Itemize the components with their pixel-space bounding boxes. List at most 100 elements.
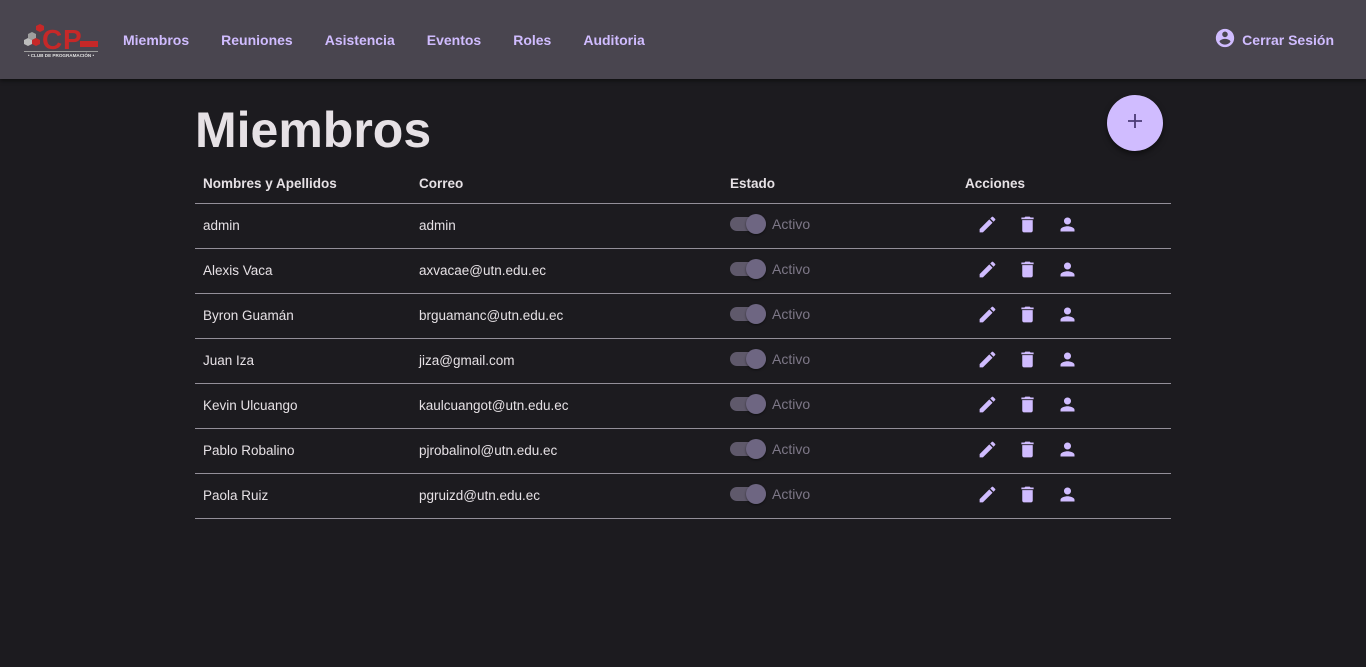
nav-item-eventos[interactable]: Eventos [411, 32, 497, 48]
header-actions: Acciones [957, 165, 1171, 204]
table-row: Pablo Robalino pjrobalinol@utn.edu.ec Acti… [195, 428, 1171, 474]
delete-member-button[interactable] [1007, 295, 1047, 335]
svg-text:P: P [63, 24, 82, 55]
edit-member-button[interactable] [967, 205, 1007, 245]
member-name: Pablo Robalino [195, 428, 411, 474]
nav-item-auditoria[interactable]: Auditoria [567, 32, 660, 48]
pencil-icon [979, 441, 995, 458]
edit-member-button[interactable] [967, 385, 1007, 425]
trash-icon [1020, 396, 1034, 413]
status-toggle-thumb [746, 483, 766, 504]
delete-member-button[interactable] [1007, 340, 1047, 380]
add-member-button[interactable] [1107, 95, 1163, 151]
status-toggle[interactable] [730, 303, 766, 324]
person-icon [1060, 397, 1074, 412]
member-email: brguamanc@utn.edu.ec [411, 293, 722, 339]
person-icon [1060, 262, 1074, 277]
assign-role-member-button[interactable] [1047, 430, 1087, 470]
member-name: Kevin Ulcuango [195, 383, 411, 429]
member-email: axvacae@utn.edu.ec [411, 248, 722, 294]
assign-role-member-button[interactable] [1047, 340, 1087, 380]
edit-member-button[interactable] [967, 430, 1007, 470]
header-status[interactable]: Estado [722, 165, 957, 204]
page-title: Miembros [195, 102, 432, 158]
delete-member-button[interactable] [1007, 385, 1047, 425]
person-icon [1060, 487, 1074, 502]
person-icon [1060, 307, 1074, 322]
club-logo[interactable]: C P • CLUB DE PROGRAMACIÓN • [22, 20, 100, 60]
edit-member-button[interactable] [967, 250, 1007, 290]
status-toggle-thumb [746, 303, 766, 324]
edit-member-button[interactable] [967, 295, 1007, 335]
status-label: Activo [772, 260, 811, 277]
edit-member-button[interactable] [967, 475, 1007, 515]
delete-member-button[interactable] [1007, 475, 1047, 515]
status-label: Activo [772, 395, 811, 412]
pencil-icon [979, 216, 995, 233]
trash-icon [1020, 306, 1034, 323]
status-label: Activo [772, 305, 811, 322]
member-email: pjrobalinol@utn.edu.ec [411, 428, 722, 474]
svg-text:• CLUB DE PROGRAMACIÓN •: • CLUB DE PROGRAMACIÓN • [28, 51, 95, 58]
pencil-icon [979, 306, 995, 323]
member-actions-cell [957, 293, 1171, 339]
account-circle-icon [1214, 27, 1236, 52]
table-row: admin admin Activo [195, 203, 1171, 249]
member-actions-cell [957, 428, 1171, 474]
pencil-icon [979, 351, 995, 368]
assign-role-member-button[interactable] [1047, 295, 1087, 335]
person-icon [1060, 442, 1074, 457]
member-actions-cell [957, 248, 1171, 294]
logout-button[interactable]: Cerrar Sesión [1214, 0, 1334, 79]
delete-member-button[interactable] [1007, 205, 1047, 245]
nav-item-reuniones[interactable]: Reuniones [205, 32, 309, 48]
delete-member-button[interactable] [1007, 430, 1047, 470]
nav-item-asistencia[interactable]: Asistencia [309, 32, 411, 48]
main-nav: Miembros Reuniones Asistencia Eventos Ro… [107, 0, 661, 79]
status-toggle[interactable] [730, 258, 766, 279]
status-label: Activo [772, 440, 811, 457]
member-status-cell: Activo [722, 338, 957, 384]
status-toggle[interactable] [730, 438, 766, 459]
status-label: Activo [772, 485, 811, 502]
status-toggle[interactable] [730, 393, 766, 414]
status-toggle-thumb [746, 393, 766, 414]
header-email[interactable]: Correo [411, 165, 722, 204]
member-name: Paola Ruiz [195, 473, 411, 519]
status-toggle[interactable] [730, 483, 766, 504]
status-toggle[interactable] [730, 213, 766, 234]
delete-member-button[interactable] [1007, 250, 1047, 290]
member-status-cell: Activo [722, 473, 957, 519]
plus-icon [1126, 112, 1144, 135]
assign-role-member-button[interactable] [1047, 385, 1087, 425]
member-email: admin [411, 203, 722, 249]
member-status-cell: Activo [722, 428, 957, 474]
assign-role-member-button[interactable] [1047, 250, 1087, 290]
member-email: kaulcuangot@utn.edu.ec [411, 383, 722, 429]
trash-icon [1020, 441, 1034, 458]
member-status-cell: Activo [722, 203, 957, 249]
status-toggle[interactable] [730, 348, 766, 369]
svg-text:C: C [42, 24, 62, 55]
nav-item-roles[interactable]: Roles [497, 32, 567, 48]
member-name: Byron Guamán [195, 293, 411, 339]
table-row: Kevin Ulcuango kaulcuangot@utn.edu.ec Acti… [195, 383, 1171, 429]
status-toggle-thumb [746, 348, 766, 369]
trash-icon [1020, 261, 1034, 278]
assign-role-member-button[interactable] [1047, 475, 1087, 515]
assign-role-member-button[interactable] [1047, 205, 1087, 245]
nav-item-miembros[interactable]: Miembros [107, 32, 205, 48]
member-name: Alexis Vaca [195, 248, 411, 294]
member-actions-cell [957, 383, 1171, 429]
top-app-bar: C P • CLUB DE PROGRAMACIÓN • Miembros Re… [0, 0, 1366, 79]
status-toggle-thumb [746, 213, 766, 234]
pencil-icon [979, 396, 995, 413]
table-row: Paola Ruiz pgruizd@utn.edu.ec Activo [195, 473, 1171, 519]
edit-member-button[interactable] [967, 340, 1007, 380]
trash-icon [1020, 216, 1034, 233]
pencil-icon [979, 261, 995, 278]
logout-label: Cerrar Sesión [1242, 31, 1334, 48]
status-toggle-thumb [746, 258, 766, 279]
header-name[interactable]: Nombres y Apellidos [195, 165, 411, 204]
trash-icon [1020, 486, 1034, 503]
